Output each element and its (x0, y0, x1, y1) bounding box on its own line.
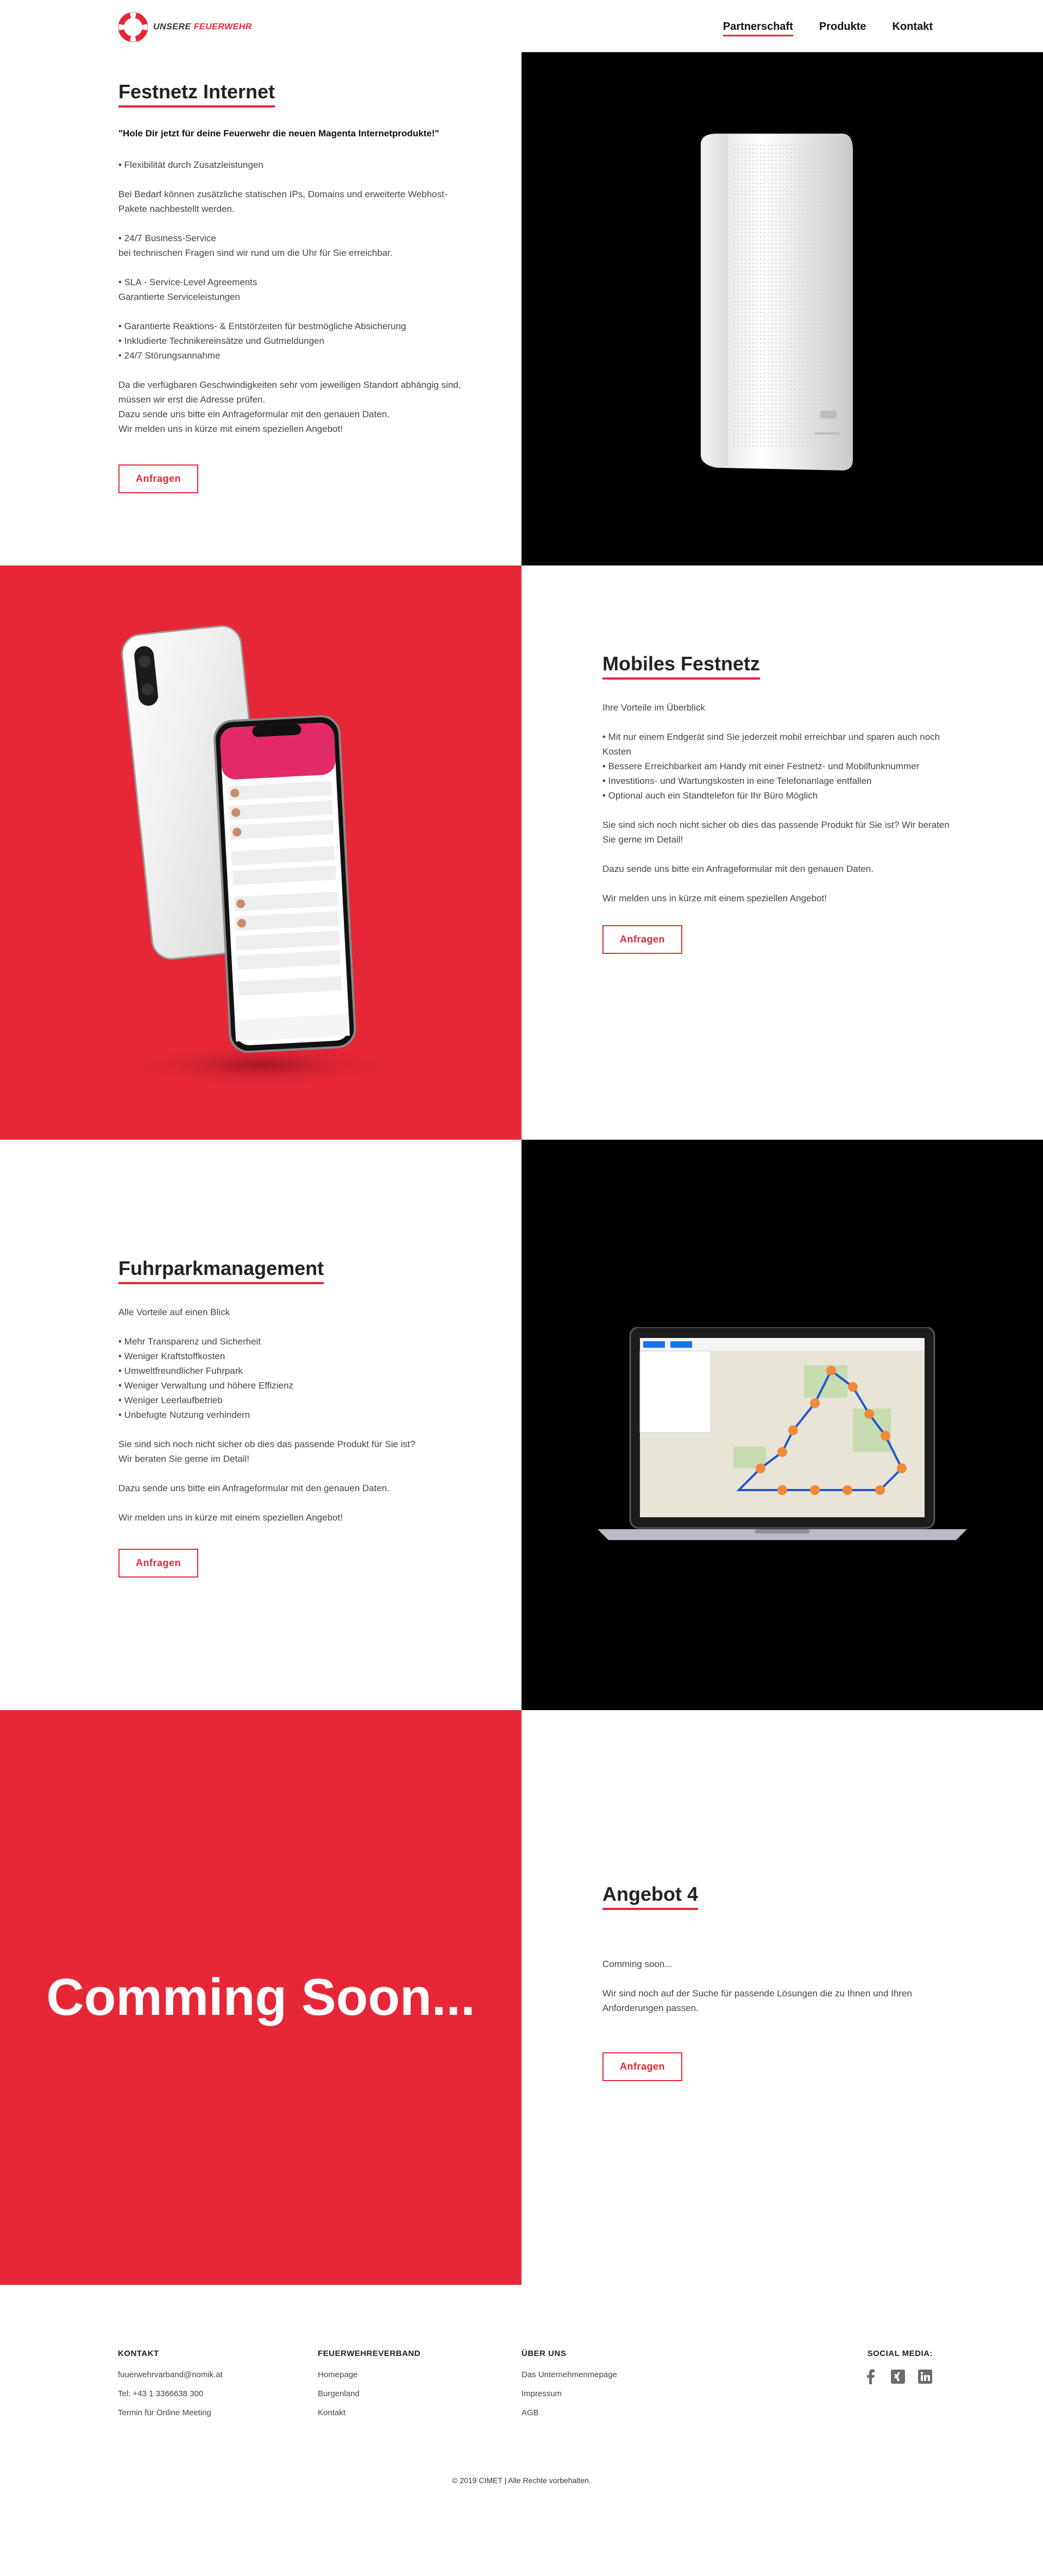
section-angebot-4: Comming Soon... Angebot 4 Comming soon..… (0, 1710, 1043, 2285)
footer-link-unternehmen[interactable]: Das Unternehmenmepage (522, 2370, 617, 2379)
copyright: © 2019 CIMET | Alle Rechte vorbehalten. (452, 2476, 591, 2485)
main-nav: Partnerschaft Produkte Kontakt (722, 21, 933, 36)
section2-image-panel (0, 566, 522, 1140)
section3-anfragen-button[interactable]: Anfragen (118, 1549, 199, 1578)
footer-verband-heading: FEUERWEHREVERBAND (318, 2349, 421, 2358)
section4-body: Comming soon... Wir sind noch auf der Su… (602, 1959, 912, 2013)
section3-title: Fuhrparkmanagement (118, 1257, 324, 1284)
section2-title: Mobiles Festnetz (602, 652, 761, 680)
section1-text-panel: Festnetz Internet "Hole Dir jetzt für de… (0, 52, 522, 566)
section-mobiles-festnetz: Mobiles Festnetz Ihre Vorteile im Überbl… (0, 566, 1043, 1140)
footer-ueber-heading: ÜBER UNS (522, 2349, 567, 2358)
coming-soon-heading: Comming Soon... (46, 1968, 475, 2026)
footer-ueber-column: ÜBER UNS Das Unternehmenmepage Impressum… (522, 2349, 617, 2427)
logo[interactable]: UNSERE FEUERWEHR (118, 12, 252, 42)
smartphone-image (121, 625, 397, 1087)
site-footer: KONTAKT fuuerwehrvarband@nomik.at Tel: +… (0, 2285, 1043, 2576)
logo-text: UNSERE FEUERWEHR (153, 22, 252, 32)
section2-body: Ihre Vorteile im Überblick • Mit nur ein… (602, 702, 950, 903)
router-image (701, 134, 853, 470)
section4-title: Angebot 4 (602, 1883, 698, 1910)
section-fuhrparkmanagement: Fuhrparkmanagement Alle Vorteile auf ein… (0, 1140, 1043, 1710)
section3-image-panel (522, 1140, 1043, 1710)
facebook-icon[interactable] (863, 2369, 878, 2384)
section1-title: Festnetz Internet (118, 80, 275, 108)
laptop-map-image (598, 1327, 967, 1540)
logo-line2: FEUERWEHR (193, 22, 252, 32)
section1-tagline: "Hole Dir jetzt für deine Feuerwehr die … (118, 128, 439, 139)
section1-body: • Flexibilität durch Zusatzleistungen Be… (118, 160, 461, 434)
nav-produkte[interactable]: Produkte (819, 21, 866, 36)
nav-partnerschaft[interactable]: Partnerschaft (722, 21, 793, 36)
section4-coming-soon-panel: Comming Soon... (0, 1710, 522, 2285)
section2-anfragen-button[interactable]: Anfragen (602, 925, 683, 954)
footer-kontakt-column: KONTAKT fuuerwehrvarband@nomik.at Tel: +… (118, 2349, 223, 2427)
footer-meeting-link[interactable]: Termin für Online Meeting (118, 2408, 223, 2417)
section-festnetz-internet: Festnetz Internet "Hole Dir jetzt für de… (0, 52, 1043, 566)
section1-anfragen-button[interactable]: Anfragen (118, 464, 199, 493)
nav-kontakt[interactable]: Kontakt (893, 21, 933, 36)
section3-text-panel: Fuhrparkmanagement Alle Vorteile auf ein… (0, 1140, 522, 1710)
footer-link-impressum[interactable]: Impressum (522, 2389, 617, 2398)
footer-social-heading: SOCIAL MEDIA: (867, 2349, 933, 2358)
footer-link-kontakt[interactable]: Kontakt (318, 2408, 420, 2417)
section4-anfragen-button[interactable]: Anfragen (602, 2052, 683, 2081)
section1-image-panel (522, 52, 1043, 566)
footer-kontakt-heading: KONTAKT (118, 2349, 159, 2358)
xing-icon[interactable] (890, 2369, 906, 2384)
footer-social: SOCIAL MEDIA: (863, 2349, 933, 2384)
footer-verband-column: FEUERWEHREVERBAND Homepage Burgenland Ko… (318, 2349, 420, 2427)
footer-link-agb[interactable]: AGB (522, 2408, 617, 2417)
linkedin-icon[interactable] (918, 2369, 933, 2384)
footer-link-burgenland[interactable]: Burgenland (318, 2389, 420, 2398)
lifebuoy-logo-icon (118, 12, 148, 42)
footer-link-homepage[interactable]: Homepage (318, 2370, 420, 2379)
section3-body: Alle Vorteile auf einen Blick • Mehr Tra… (118, 1307, 416, 1523)
logo-line1: UNSERE (153, 22, 191, 32)
site-header: UNSERE FEUERWEHR Partnerschaft Produkte … (0, 0, 1043, 52)
footer-phone: Tel: +43 1 3366638 300 (118, 2389, 204, 2398)
footer-email-link[interactable]: fuuerwehrvarband@nomik.at (118, 2370, 223, 2379)
